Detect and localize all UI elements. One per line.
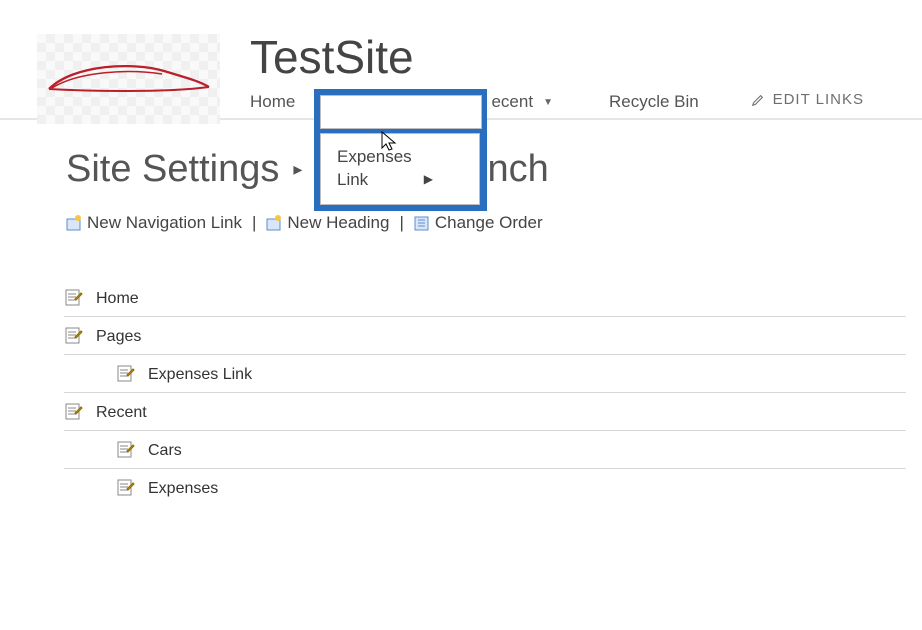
nav-home[interactable]: Home: [250, 88, 309, 116]
pages-dropdown-menu: Expenses Link ▶: [320, 133, 480, 205]
edit-item-icon: [65, 403, 83, 421]
quick-launch-tree: Home Pages Expenses Link: [64, 279, 906, 506]
pages-dropdown: Expenses Link ▶: [314, 89, 487, 211]
dropdown-item-expenses-link[interactable]: Expenses Link: [337, 146, 463, 192]
edit-item-icon: [117, 441, 135, 459]
tree-label: Recent: [96, 402, 147, 422]
nav-recycle-label: Recycle Bin: [609, 92, 699, 112]
pages-dropdown-tab: [320, 95, 482, 129]
site-logo[interactable]: [37, 34, 220, 124]
action-divider: |: [395, 213, 407, 233]
edit-item-icon: [117, 479, 135, 497]
new-navigation-link-button[interactable]: New Navigation Link: [66, 213, 242, 233]
tree-item-cars[interactable]: Cars: [64, 431, 906, 469]
tree-label: Cars: [148, 440, 182, 460]
tree-item-home[interactable]: Home: [64, 279, 906, 317]
new-heading-icon: [266, 215, 283, 232]
action-divider: |: [248, 213, 260, 233]
dropdown-line2: Link: [337, 170, 368, 189]
chevron-down-icon: ▼: [543, 97, 553, 108]
nav-recent[interactable]: ecent ▼: [477, 88, 567, 116]
new-link-icon: [66, 215, 83, 232]
site-title: TestSite: [250, 30, 713, 84]
breadcrumb: Site Settings ▸ Quick Launch: [66, 148, 922, 191]
new-heading-button[interactable]: New Heading: [266, 213, 389, 233]
nav-recent-label: ecent: [491, 92, 533, 112]
change-order-icon: [414, 215, 431, 232]
edit-links-button[interactable]: EDIT LINKS: [751, 91, 864, 108]
tree-item-pages[interactable]: Pages: [64, 317, 906, 355]
action-bar: New Navigation Link | New Heading | Chan…: [66, 213, 922, 233]
breadcrumb-root[interactable]: Site Settings: [66, 148, 279, 191]
dropdown-line1: Expenses: [337, 147, 412, 166]
car-logo-icon: [44, 59, 214, 99]
tree-label: Home: [96, 288, 139, 308]
tree-label: Expenses Link: [148, 364, 252, 384]
tree-label: Expenses: [148, 478, 218, 498]
edit-item-icon: [65, 327, 83, 345]
new-nav-link-label: New Navigation Link: [87, 213, 242, 233]
edit-item-icon: [65, 289, 83, 307]
edit-item-icon: [117, 365, 135, 383]
submenu-arrow-icon: ▶: [424, 171, 433, 187]
breadcrumb-separator-icon: ▸: [293, 159, 302, 180]
change-order-button[interactable]: Change Order: [414, 213, 543, 233]
nav-home-label: Home: [250, 92, 295, 112]
tree-item-expenses-link[interactable]: Expenses Link: [64, 355, 906, 393]
change-order-label: Change Order: [435, 213, 543, 233]
edit-links-label: EDIT LINKS: [773, 91, 864, 108]
new-heading-label: New Heading: [287, 213, 389, 233]
pencil-icon: [751, 93, 765, 107]
nav-recycle-bin[interactable]: Recycle Bin: [595, 88, 713, 116]
tree-label: Pages: [96, 326, 141, 346]
tree-item-recent[interactable]: Recent: [64, 393, 906, 431]
tree-item-expenses[interactable]: Expenses: [64, 469, 906, 506]
